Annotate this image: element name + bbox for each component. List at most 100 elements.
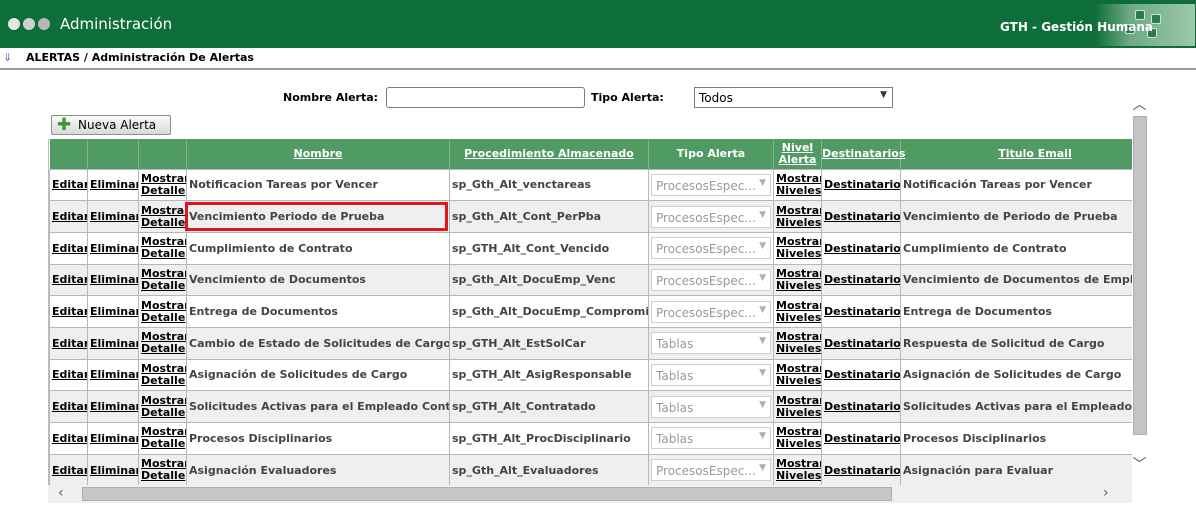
show-detail-link[interactable]: Mostrar Detalle — [138, 453, 187, 485]
delete-link[interactable]: Eliminar — [87, 326, 139, 360]
col-header — [49, 139, 88, 169]
recipients-link[interactable]: Destinatarios — [821, 390, 901, 423]
alert-name-cell: Cumplimiento de Contrato — [186, 231, 450, 265]
alert-type-dropdown-value: ProcesosEspec... — [656, 210, 756, 225]
show-levels-link[interactable]: Mostrar Niveles — [773, 358, 822, 392]
delete-link[interactable]: Eliminar — [87, 200, 139, 233]
show-levels-link[interactable]: Mostrar Niveles — [773, 295, 822, 328]
show-levels-link[interactable]: Mostrar Niveles — [773, 422, 822, 455]
dot-icon — [8, 18, 20, 30]
show-detail-link[interactable]: Mostrar Detalle — [138, 231, 187, 265]
alert-type-dropdown-value: Tablas — [656, 432, 694, 447]
alerts-grid: Nombre Procedimiento Almacenado Tipo Ale… — [48, 139, 1132, 485]
alert-type-select[interactable]: Todos ▼ — [694, 87, 893, 108]
recipients-link[interactable]: Destinatarios — [821, 168, 901, 202]
alert-type-dropdown: ProcesosEspec... ▼ — [651, 459, 771, 482]
new-alert-button[interactable]: ✚ Nueva Alerta — [51, 115, 171, 135]
recipients-link[interactable]: Destinatarios — [821, 326, 901, 360]
recipients-link[interactable]: Destinatarios — [821, 295, 901, 328]
show-detail-link[interactable]: Mostrar Detalle — [138, 422, 187, 455]
email-title-cell: Vencimiento de Periodo de Prueba — [900, 200, 1132, 233]
chevron-down-icon: ▼ — [759, 304, 766, 315]
delete-link[interactable]: Eliminar — [87, 263, 139, 297]
scroll-thumb[interactable] — [82, 487, 892, 501]
show-levels-link[interactable]: Mostrar Niveles — [773, 263, 822, 297]
chevron-down-icon: ▼ — [759, 177, 766, 188]
email-title-cell: Solicitudes Activas para el Empleado Con… — [900, 390, 1132, 423]
edit-link[interactable]: Editar — [49, 231, 88, 265]
show-detail-link[interactable]: Mostrar Detalle — [138, 263, 187, 297]
vertical-scrollbar[interactable]: ︿ ﹀ — [1131, 88, 1148, 476]
edit-link[interactable]: Editar — [49, 295, 88, 328]
col-header-email-title[interactable]: Titulo Email — [900, 139, 1132, 169]
edit-link[interactable]: Editar — [49, 358, 88, 392]
col-header — [87, 139, 139, 169]
recipients-link[interactable]: Destinatarios — [821, 453, 901, 485]
alert-type-cell: ProcesosEspec... ▼ — [648, 263, 774, 297]
show-detail-link[interactable]: Mostrar Detalle — [138, 295, 187, 328]
alert-type-cell: Tablas ▼ — [648, 326, 774, 360]
horizontal-scrollbar[interactable]: ‹ › — [48, 485, 1132, 503]
email-title-cell: Asignación para Evaluar — [900, 453, 1132, 485]
scroll-down-icon[interactable]: ﹀ — [1131, 454, 1148, 474]
alert-type-dropdown: Tablas ▼ — [651, 363, 771, 386]
edit-link[interactable]: Editar — [49, 422, 88, 455]
delete-link[interactable]: Eliminar — [87, 453, 139, 485]
table-row: Editar Eliminar Mostrar Detalle Asignación … — [49, 358, 1132, 392]
recipients-link[interactable]: Destinatarios — [821, 422, 901, 455]
scroll-up-icon[interactable]: ︿ — [1131, 94, 1148, 114]
recipients-link[interactable]: Destinatarios — [821, 358, 901, 392]
col-header-recipients[interactable]: Destinatarios — [821, 139, 905, 169]
alert-type-dropdown-value: Tablas — [656, 337, 694, 352]
col-header-level[interactable]: Nivel Alerta — [773, 139, 822, 169]
alert-type-cell: ProcesosEspec... ▼ — [648, 168, 774, 202]
delete-link[interactable]: Eliminar — [87, 358, 139, 392]
col-header-type: Tipo Alerta — [648, 139, 774, 169]
delete-link[interactable]: Eliminar — [87, 231, 139, 265]
edit-link[interactable]: Editar — [49, 200, 88, 233]
alert-name-input[interactable] — [386, 87, 585, 108]
show-levels-link[interactable]: Mostrar Niveles — [773, 200, 822, 233]
show-detail-link[interactable]: Mostrar Detalle — [138, 168, 187, 202]
delete-link[interactable]: Eliminar — [87, 295, 139, 328]
recipients-link[interactable]: Destinatarios — [821, 231, 901, 265]
scroll-thumb[interactable] — [1133, 116, 1147, 435]
grid-header-row: Nombre Procedimiento Almacenado Tipo Ale… — [49, 139, 1132, 169]
show-levels-link[interactable]: Mostrar Niveles — [773, 168, 822, 202]
delete-link[interactable]: Eliminar — [87, 390, 139, 423]
show-detail-link[interactable]: Mostrar Detalle — [138, 358, 187, 392]
scroll-left-icon[interactable]: ‹ — [58, 485, 64, 501]
edit-link[interactable]: Editar — [49, 326, 88, 360]
edit-link[interactable]: Editar — [49, 168, 88, 202]
alert-type-dropdown: ProcesosEspec... ▼ — [651, 300, 771, 323]
show-levels-link[interactable]: Mostrar Niveles — [773, 231, 822, 265]
chevron-down-icon: ▼ — [880, 90, 887, 100]
recipients-link[interactable]: Destinatarios — [821, 263, 901, 297]
edit-link[interactable]: Editar — [49, 263, 88, 297]
show-levels-link[interactable]: Mostrar Niveles — [773, 326, 822, 360]
alert-type-dropdown-value: Tablas — [656, 368, 694, 383]
procedure-cell: sp_Gth_Alt_DocuEmp_Venc — [449, 263, 649, 297]
brand-name: GTH - Gestión Humana — [1000, 20, 1153, 34]
alert-name-cell: Entrega de Documentos — [186, 295, 450, 328]
scroll-right-icon[interactable]: › — [1103, 485, 1109, 501]
col-header-name[interactable]: Nombre — [186, 139, 450, 169]
chevron-down-icon: ▼ — [759, 209, 766, 220]
edit-link[interactable]: Editar — [49, 390, 88, 423]
edit-link[interactable]: Editar — [49, 453, 88, 485]
show-detail-link[interactable]: Mostrar Detalle — [138, 200, 187, 233]
show-detail-link[interactable]: Mostrar Detalle — [138, 390, 187, 423]
show-levels-link[interactable]: Mostrar Niveles — [773, 390, 822, 423]
dot-icon — [23, 18, 35, 30]
chevron-down-icon: ▼ — [759, 272, 766, 283]
dot-icon — [38, 18, 50, 30]
alert-type-dropdown-value: ProcesosEspec... — [656, 242, 756, 257]
delete-link[interactable]: Eliminar — [87, 168, 139, 202]
col-header-procedure[interactable]: Procedimiento Almacenado — [449, 139, 649, 169]
chevron-down-icon: ▼ — [759, 463, 766, 474]
show-detail-link[interactable]: Mostrar Detalle — [138, 326, 187, 360]
alert-type-dropdown: Tablas ▼ — [651, 332, 771, 355]
recipients-link[interactable]: Destinatarios — [821, 200, 901, 233]
delete-link[interactable]: Eliminar — [87, 422, 139, 455]
show-levels-link[interactable]: Mostrar Niveles — [773, 453, 822, 485]
